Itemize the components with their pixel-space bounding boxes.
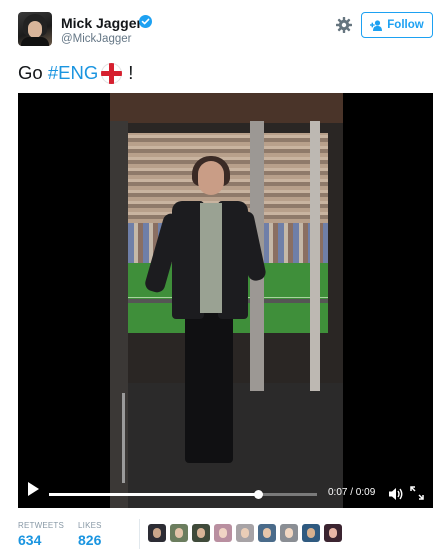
stats-divider — [139, 519, 140, 549]
hashtag-link[interactable]: #ENG — [48, 62, 98, 84]
fullscreen-icon[interactable] — [410, 486, 424, 500]
likes-label: LIKES — [78, 521, 102, 530]
liker-avatar[interactable] — [258, 524, 276, 542]
liker-avatar[interactable] — [170, 524, 188, 542]
video-progress-knob[interactable] — [254, 490, 264, 499]
video-time: 0:07 / 0:09 — [328, 487, 376, 498]
add-user-icon — [370, 19, 383, 31]
video-frame — [110, 93, 343, 508]
volume-icon[interactable] — [388, 487, 404, 501]
likes-count[interactable]: 826 — [78, 532, 101, 548]
liker-avatar[interactable] — [214, 524, 232, 542]
liker-avatar[interactable] — [148, 524, 166, 542]
video-progress-bar[interactable] — [49, 490, 317, 499]
author-name[interactable]: Mick Jagger — [61, 15, 142, 31]
tweet-text: Go #ENG ! — [18, 62, 133, 84]
tweet-text-prefix: Go — [18, 62, 48, 83]
liker-avatar[interactable] — [324, 524, 342, 542]
video-progress-fill — [49, 493, 259, 496]
author-handle[interactable]: @MickJagger — [61, 33, 131, 45]
liker-avatar[interactable] — [192, 524, 210, 542]
england-flag-emoji — [101, 62, 123, 84]
retweets-label: RETWEETS — [18, 521, 65, 530]
liker-avatar[interactable] — [236, 524, 254, 542]
follow-label: Follow — [387, 19, 424, 31]
video-controls: 0:07 / 0:09 — [18, 473, 433, 508]
liker-avatar[interactable] — [280, 524, 298, 542]
video-player[interactable]: 0:07 / 0:09 — [18, 93, 433, 508]
follow-button[interactable]: Follow — [361, 12, 433, 38]
liker-avatar[interactable] — [302, 524, 320, 542]
play-icon[interactable] — [28, 482, 39, 496]
verified-badge-icon — [139, 15, 152, 28]
gear-icon[interactable] — [335, 16, 353, 34]
author-avatar[interactable] — [18, 12, 52, 46]
retweets-count[interactable]: 634 — [18, 532, 41, 548]
tweet-text-suffix: ! — [128, 62, 134, 83]
likers-avatars — [148, 524, 342, 542]
